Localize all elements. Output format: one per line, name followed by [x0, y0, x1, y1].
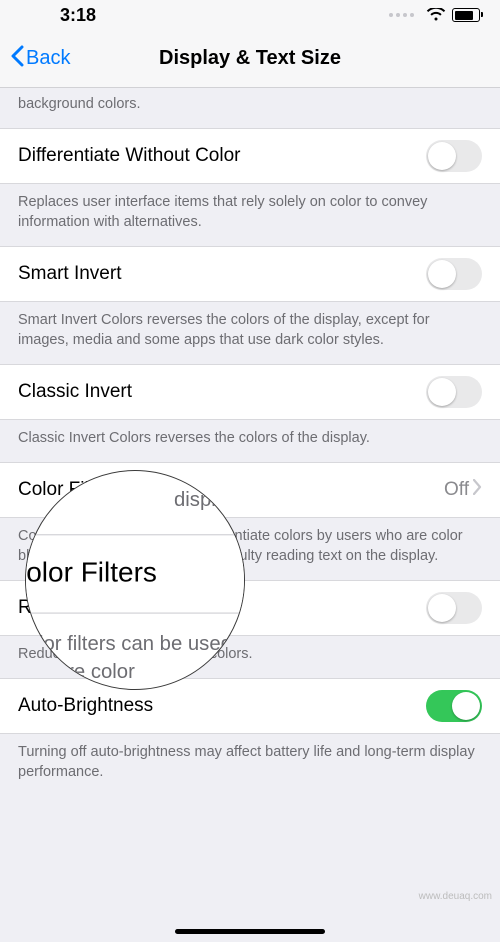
wifi-icon: [426, 8, 446, 22]
magnifier-overlay: assic Inver everses the colors of the di…: [25, 470, 245, 690]
footer-differentiate: Replaces user interface items that rely …: [0, 184, 500, 246]
cell-value-color-filters: Off: [444, 479, 482, 501]
status-time: 3:18: [60, 5, 96, 26]
cell-smart-invert[interactable]: Smart Invert: [0, 246, 500, 302]
value-text: Off: [444, 479, 469, 501]
cell-label: Differentiate Without Color: [18, 145, 240, 167]
nav-bar: Back Display & Text Size: [0, 30, 500, 88]
back-button[interactable]: Back: [10, 45, 70, 73]
cell-classic-invert[interactable]: Classic Invert: [0, 364, 500, 420]
chevron-right-icon: [473, 479, 482, 501]
footer-classic-invert: Classic Invert Colors reverses the color…: [0, 420, 500, 462]
battery-icon: [452, 8, 480, 22]
more-dots-icon: [389, 13, 414, 17]
status-right: [389, 8, 480, 22]
footer-smart-invert: Smart Invert Colors reverses the colors …: [0, 302, 500, 364]
status-bar: 3:18: [0, 0, 500, 30]
home-indicator[interactable]: [175, 929, 325, 934]
content[interactable]: background colors. Differentiate Without…: [0, 88, 500, 796]
cell-differentiate-without-color[interactable]: Differentiate Without Color: [0, 128, 500, 184]
cell-label: Smart Invert: [18, 263, 121, 285]
settings-screen: 3:18 Back Display & Text Size background…: [0, 0, 500, 942]
toggle-auto-brightness[interactable]: [426, 690, 482, 722]
toggle-classic-invert[interactable]: [426, 376, 482, 408]
cell-label: Auto-Brightness: [18, 695, 153, 717]
toggle-smart-invert[interactable]: [426, 258, 482, 290]
magnifier-label: Color Filters: [25, 558, 157, 589]
magnifier-cell-color-filters: Color Filters: [25, 534, 245, 614]
footer-background-colors: background colors.: [0, 88, 500, 128]
chevron-left-icon: [10, 45, 24, 73]
footer-auto-brightness: Turning off auto-brightness may affect b…: [0, 734, 500, 796]
page-title: Display & Text Size: [0, 47, 500, 70]
toggle-differentiate[interactable]: [426, 140, 482, 172]
back-label: Back: [26, 47, 70, 70]
watermark: www.deuaq.com: [419, 891, 492, 902]
cell-label: Classic Invert: [18, 381, 132, 403]
toggle-reduce-white-point[interactable]: [426, 592, 482, 624]
